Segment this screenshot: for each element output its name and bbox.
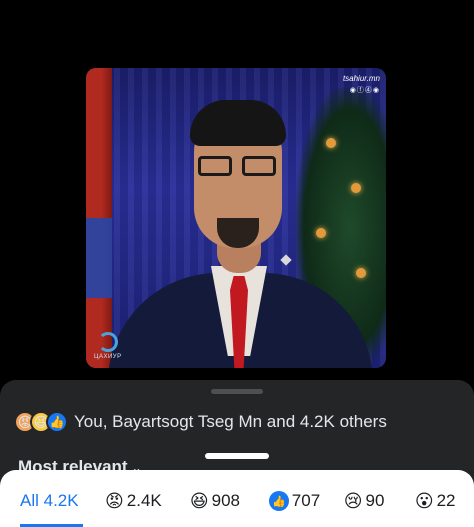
person-hair (190, 100, 286, 146)
tab-wow-count: 22 (436, 491, 456, 510)
panel-grabber[interactable] (205, 453, 269, 459)
tab-haha[interactable]: 😆 908 (190, 486, 269, 516)
person-glasses (198, 156, 278, 176)
tab-haha-count: 908 (211, 491, 241, 510)
like-icon: 👍 (46, 411, 68, 433)
reactors-text: You, Bayartsogt Tseg Mn and 4.2K others (74, 412, 387, 431)
ornament (356, 268, 366, 278)
ornament (326, 138, 336, 148)
sad-icon: 😢 (343, 490, 363, 511)
post-video[interactable]: tsahiur.mn ◉ⓕ⓸◉ ЦАХИУР (86, 68, 386, 368)
ornament (316, 228, 326, 238)
sheet-grabber[interactable] (211, 389, 263, 394)
tab-all[interactable]: All 4.2K (0, 486, 91, 527)
social-icons: ◉ⓕ⓸◉ (349, 87, 380, 94)
logo-text: ЦАХИУР (94, 354, 122, 360)
reactors-summary[interactable]: 😡 😆 👍 You, Bayartsogt Tseg Mn and 4.2K o… (14, 410, 387, 434)
tab-care[interactable]: 😢 90 (344, 486, 415, 516)
tab-angry-count: 2.4K (126, 491, 162, 510)
tab-like[interactable]: 👍 707 (268, 486, 344, 516)
ornament (351, 183, 361, 193)
channel-watermark: tsahiur.mn ◉ⓕ⓸◉ (343, 74, 380, 95)
tab-wow[interactable]: 😮 22 (415, 486, 474, 516)
tab-all-label: All 4.2K (20, 491, 79, 510)
logo-icon (97, 332, 118, 352)
reaction-tab-row: All 4.2K 😡 2.4K 😆 908 👍 707 😢 90 😮 22 (0, 486, 474, 527)
watermark-text: tsahiur.mn (342, 74, 380, 83)
like-icon: 👍 (268, 491, 289, 511)
haha-icon: 😆 (189, 490, 209, 511)
reaction-icons: 😡 😆 👍 (14, 411, 68, 433)
channel-logo: ЦАХИУР (94, 332, 122, 360)
wow-icon: 😮 (414, 490, 434, 511)
tab-care-count: 90 (365, 491, 385, 510)
tab-angry[interactable]: 😡 2.4K (105, 486, 190, 516)
reaction-tabs-panel: All 4.2K 😡 2.4K 😆 908 👍 707 😢 90 😮 22 (0, 453, 474, 527)
angry-icon: 😡 (105, 490, 124, 511)
flag-blue-stripe (86, 218, 112, 298)
tab-like-count: 707 (291, 491, 321, 510)
